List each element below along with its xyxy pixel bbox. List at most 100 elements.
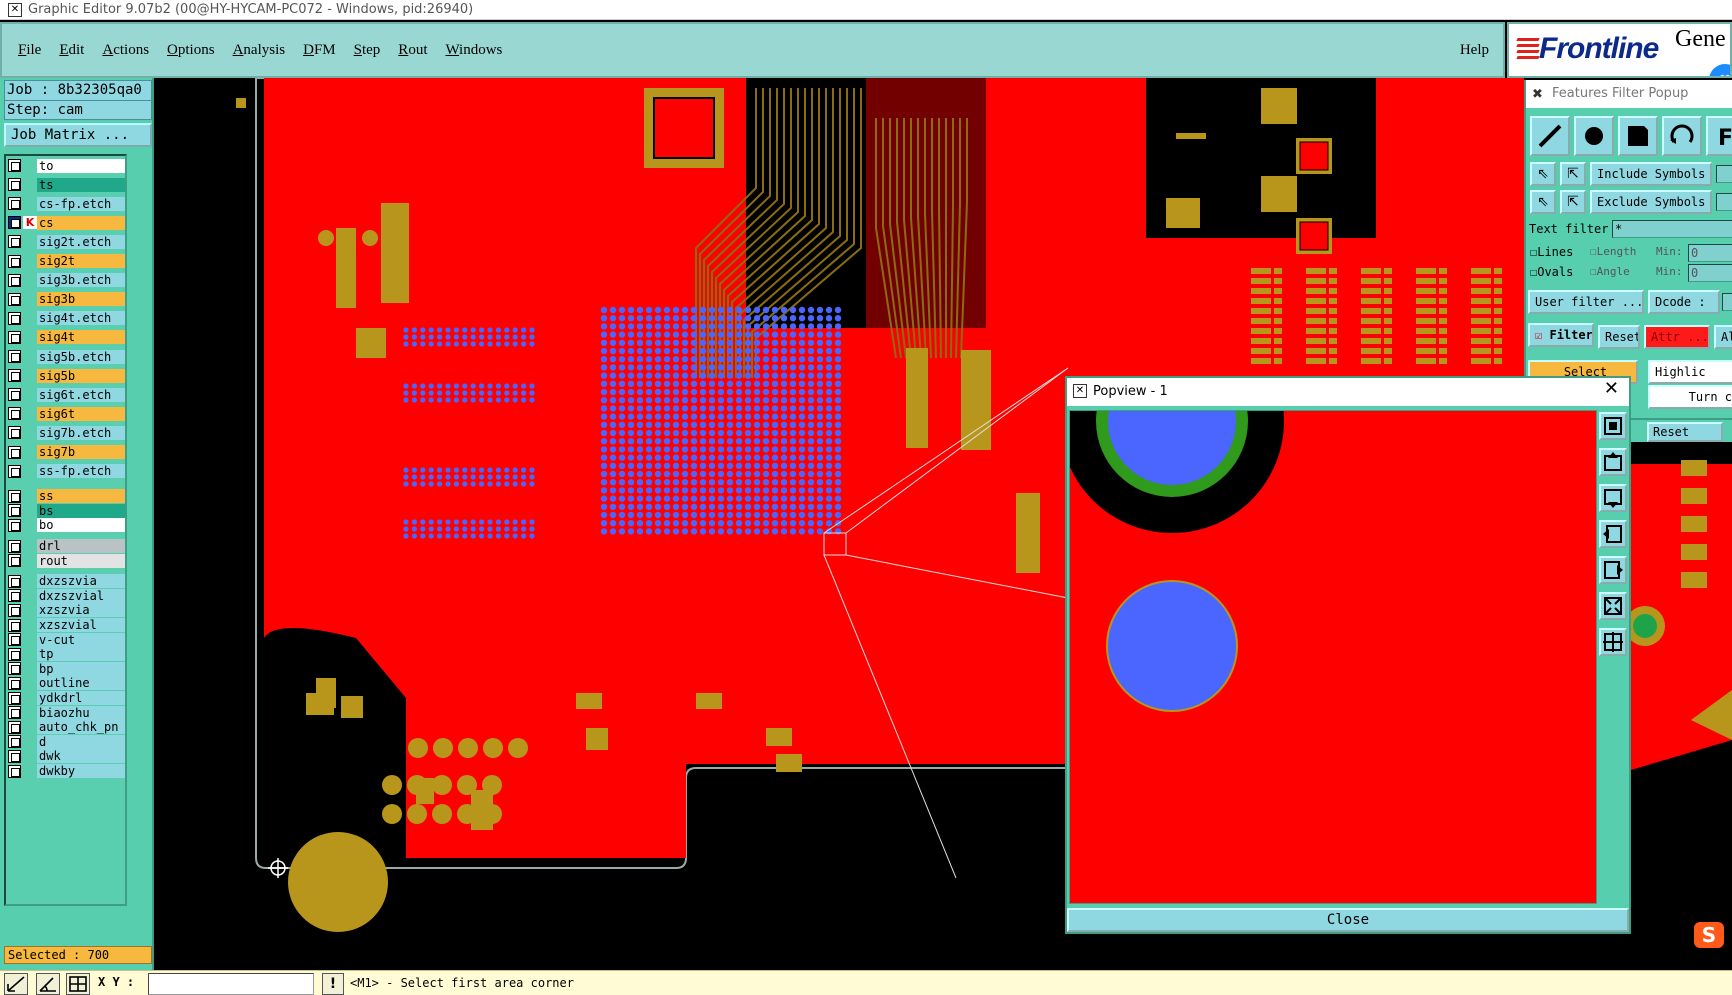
menu-analysis[interactable]: Analysis xyxy=(231,40,288,61)
layer-checkbox[interactable] xyxy=(8,539,21,553)
layer-name[interactable]: auto_chk_pn xyxy=(37,720,125,735)
layer-checkbox[interactable] xyxy=(8,720,21,734)
layer-checkbox[interactable] xyxy=(8,518,21,532)
zoom-in-icon[interactable] xyxy=(1599,448,1627,476)
menu-edit[interactable]: Edit xyxy=(57,40,86,61)
pan-left-icon[interactable] xyxy=(1599,520,1627,548)
zoom-icon[interactable] xyxy=(1599,412,1627,440)
layer-name[interactable]: sig3b.etch xyxy=(37,273,125,288)
layer-name[interactable]: ydkdrl xyxy=(37,691,125,705)
highlight-button[interactable]: Highlic xyxy=(1648,360,1732,384)
layer-row-xzszvial[interactable]: xzszvial xyxy=(8,618,125,633)
layer-row-drl[interactable]: drl xyxy=(8,539,125,554)
layer-row-sig6t.etch[interactable]: sig6t.etch xyxy=(8,387,125,402)
angle-min-input[interactable]: 0 xyxy=(1688,264,1732,282)
layer-row-to[interactable]: to xyxy=(8,158,125,173)
layer-row-sig6t[interactable]: sig6t xyxy=(8,406,125,421)
layer-checkbox[interactable] xyxy=(8,504,21,518)
layer-row-biaozhu[interactable]: biaozhu xyxy=(8,705,125,720)
menu-dfm[interactable]: DFM xyxy=(301,40,338,61)
layer-row-sig4t.etch[interactable]: sig4t.etch xyxy=(8,311,125,326)
filter-toggle[interactable]: ☑ Filter xyxy=(1528,323,1594,347)
layer-name[interactable]: biaozhu xyxy=(37,705,125,720)
dcode-field[interactable] xyxy=(1722,293,1732,311)
layer-name[interactable]: ss xyxy=(37,489,125,504)
layer-name[interactable]: dxzszvia xyxy=(37,574,125,589)
layer-row-ss[interactable]: ss xyxy=(8,489,125,504)
menu-actions[interactable]: Actions xyxy=(100,40,151,61)
include-pick-icon[interactable]: ⇖ xyxy=(1530,162,1556,186)
include-symbols-field[interactable] xyxy=(1716,165,1732,183)
menu-step[interactable]: Step xyxy=(352,40,383,61)
layer-row-cs[interactable]: Kcs xyxy=(8,215,125,230)
layer-checkbox[interactable] xyxy=(8,311,21,325)
layer-row-auto_chk_pn[interactable]: auto_chk_pn xyxy=(8,720,125,735)
xy-input[interactable] xyxy=(148,973,314,995)
reset-button-right[interactable]: Reset xyxy=(1647,422,1723,442)
layer-checkbox[interactable] xyxy=(8,589,21,603)
layer-row-sig2t.etch[interactable]: sig2t.etch xyxy=(8,234,125,249)
layer-name[interactable]: ts xyxy=(37,177,125,192)
exclude-pick-icon[interactable]: ⇖ xyxy=(1530,190,1556,214)
layer-checkbox[interactable] xyxy=(8,235,21,249)
layer-checkbox[interactable] xyxy=(8,197,21,211)
layer-name[interactable]: bp xyxy=(37,661,125,676)
layer-checkbox[interactable] xyxy=(8,603,21,617)
layer-checkbox[interactable] xyxy=(8,426,21,440)
layer-row-sig4t[interactable]: sig4t xyxy=(8,330,125,345)
layer-checkbox[interactable] xyxy=(8,464,21,478)
menu-options[interactable]: Options xyxy=(165,40,217,61)
include-pick2-icon[interactable]: ⇱ xyxy=(1560,162,1586,186)
layer-name[interactable]: ss-fp.etch xyxy=(37,464,125,479)
layer-row-cs-fp.etch[interactable]: cs-fp.etch xyxy=(8,196,125,211)
layer-row-ts[interactable]: ts xyxy=(8,177,125,192)
user-filter-button[interactable]: User filter ... xyxy=(1528,290,1644,314)
layer-checkbox[interactable] xyxy=(8,388,21,402)
layer-row-sig5b.etch[interactable]: sig5b.etch xyxy=(8,349,125,364)
menu-windows[interactable]: Windows xyxy=(443,40,504,61)
layer-checkbox[interactable] xyxy=(8,618,21,632)
layer-checkbox[interactable] xyxy=(8,159,21,172)
layer-name[interactable]: bs xyxy=(37,503,125,518)
layer-row-xzszvia[interactable]: xzszvia xyxy=(8,603,125,618)
popview-close-button[interactable]: Close xyxy=(1067,908,1629,932)
filter-reset-button[interactable]: Reset xyxy=(1598,325,1640,349)
layer-name[interactable]: sig7b xyxy=(37,445,125,459)
job-matrix-button[interactable]: Job Matrix ... xyxy=(4,123,152,147)
measure-icon[interactable] xyxy=(4,973,28,995)
turn-button[interactable]: Turn c xyxy=(1648,385,1732,409)
layer-row-bo[interactable]: bo xyxy=(8,518,125,533)
length-min-input[interactable]: 0 xyxy=(1688,244,1732,262)
exclude-symbols-field[interactable] xyxy=(1716,193,1732,211)
include-symbols-button[interactable]: Include Symbols : xyxy=(1590,162,1712,186)
layer-name[interactable]: outline xyxy=(37,676,125,691)
layer-checkbox[interactable] xyxy=(8,633,21,647)
layer-name[interactable]: dxzszvial xyxy=(37,588,125,603)
layer-row-sig3b.etch[interactable]: sig3b.etch xyxy=(8,273,125,288)
warning-icon[interactable]: ! xyxy=(322,973,344,995)
layer-row-rout[interactable]: rout xyxy=(8,553,125,568)
layer-checkbox[interactable] xyxy=(8,273,21,287)
layer-name[interactable]: sig2t.etch xyxy=(37,234,125,249)
layer-checkbox[interactable] xyxy=(8,407,21,421)
text-filter-input[interactable]: * xyxy=(1612,220,1732,238)
layer-name[interactable]: sig7b.etch xyxy=(37,425,125,440)
layer-name[interactable]: bo xyxy=(37,518,125,533)
layer-checkbox[interactable] xyxy=(8,706,21,720)
layer-row-bs[interactable]: bs xyxy=(8,503,125,518)
layer-name[interactable]: sig6t xyxy=(37,406,125,421)
layer-name[interactable]: sig5b xyxy=(37,368,125,383)
arc-icon[interactable] xyxy=(1662,116,1702,156)
layer-checkbox[interactable] xyxy=(8,691,21,705)
layer-row-sig2t[interactable]: sig2t xyxy=(8,254,125,269)
layer-checkbox[interactable] xyxy=(8,254,21,268)
center-icon[interactable] xyxy=(1599,628,1627,656)
length-checkbox[interactable]: ☐Length xyxy=(1590,245,1636,258)
layer-name[interactable]: xzszvia xyxy=(37,603,125,618)
text-icon[interactable]: F xyxy=(1706,116,1732,156)
layer-checkbox[interactable] xyxy=(8,647,21,661)
layer-row-d[interactable]: d xyxy=(8,734,125,749)
layer-checkbox[interactable] xyxy=(8,574,21,588)
layer-checkbox[interactable] xyxy=(8,764,21,778)
layer-name[interactable]: cs xyxy=(37,215,125,230)
